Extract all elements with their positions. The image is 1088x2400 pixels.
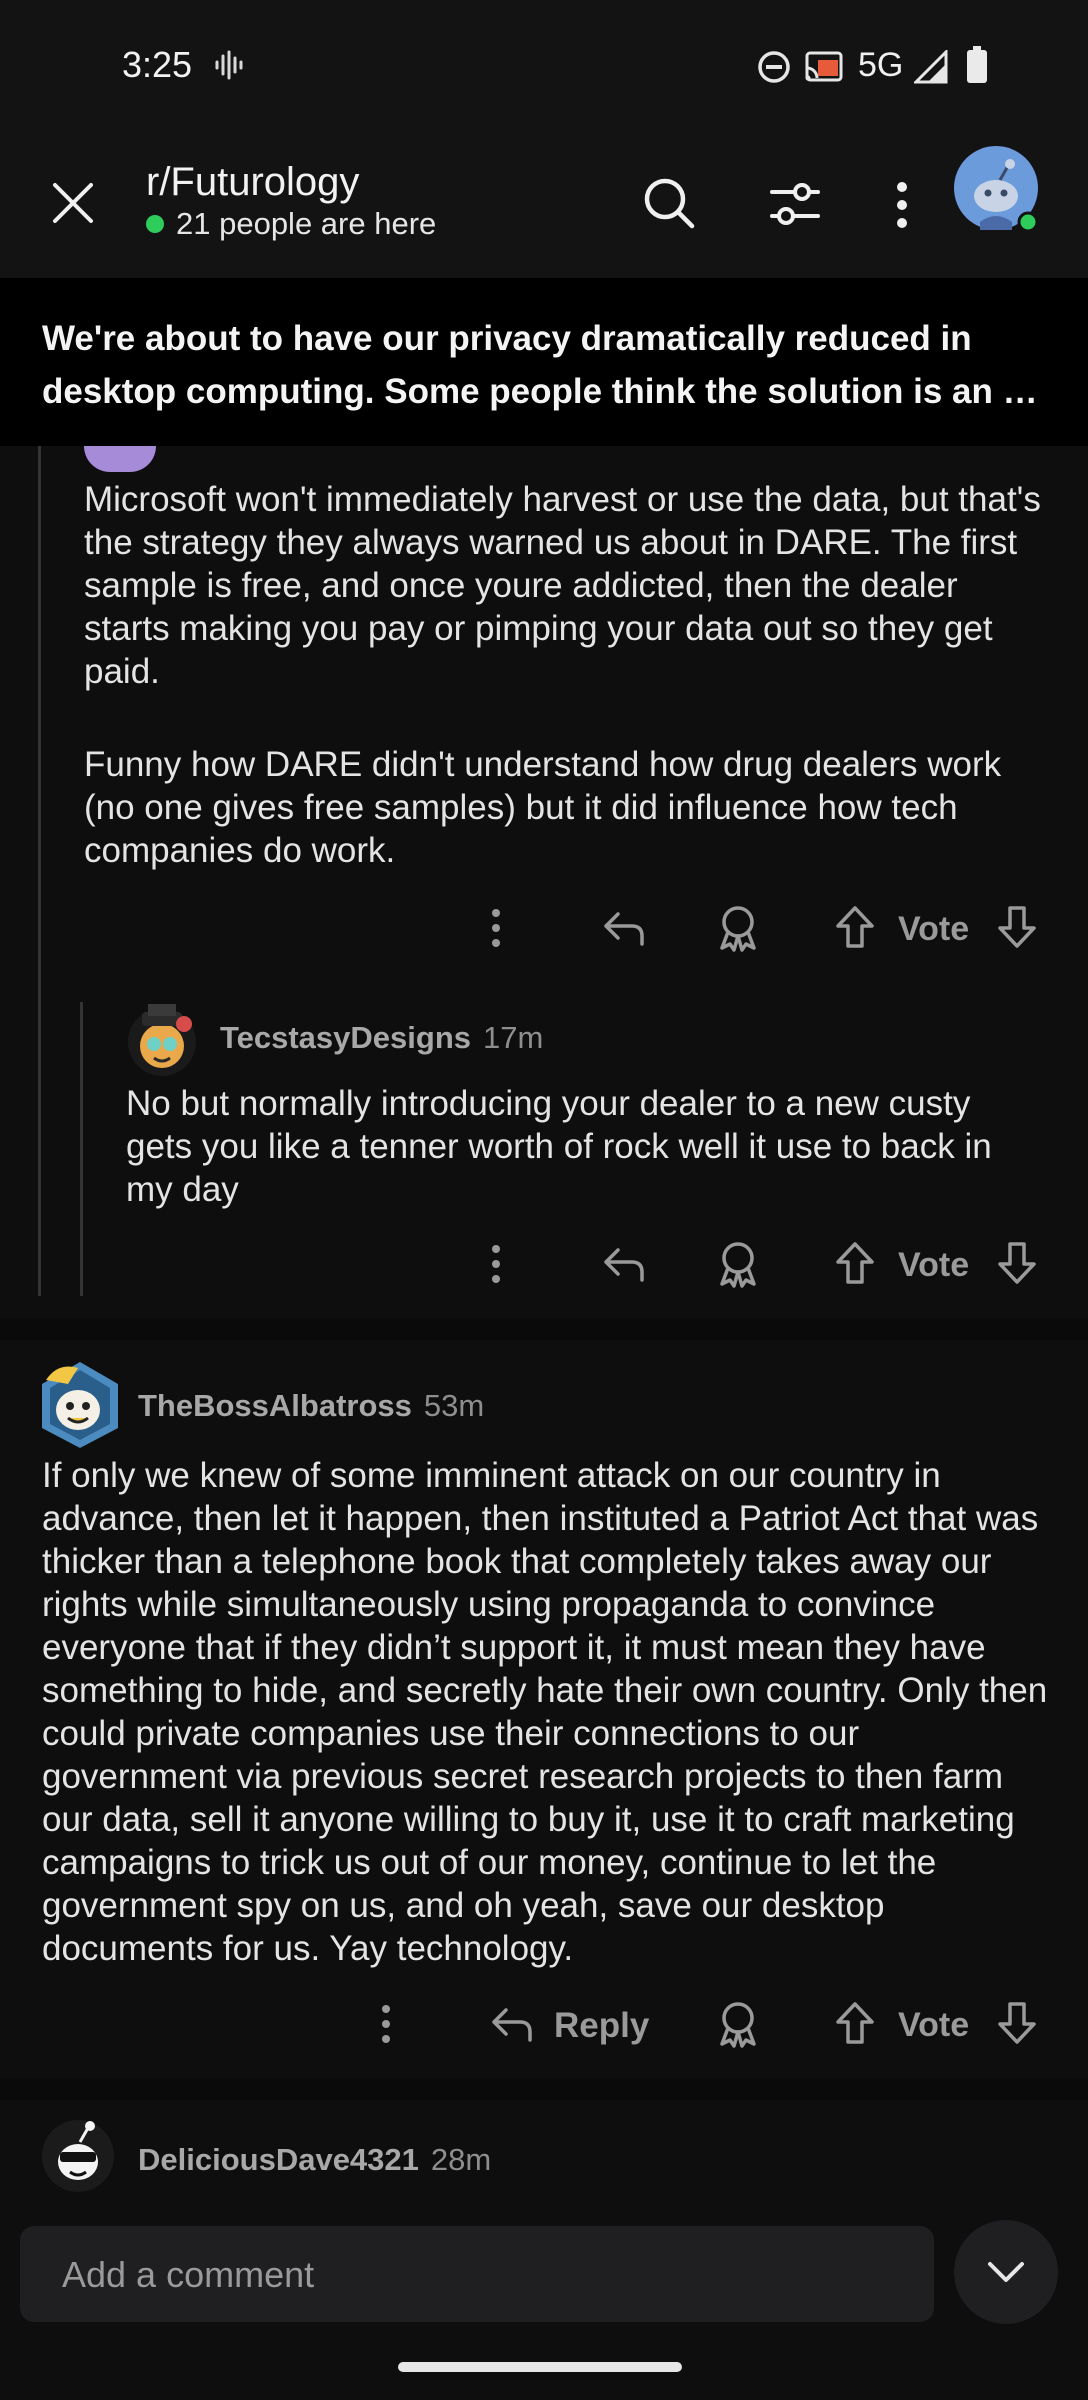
comment-body: No but normally introducing your dealer …: [126, 1084, 992, 1209]
comment-age: 17m: [483, 1020, 544, 1055]
more-options-icon[interactable]: [488, 908, 504, 948]
more-options-icon[interactable]: [488, 1244, 504, 1284]
presence-indicator: 21 people are here: [146, 206, 436, 242]
collapse-button[interactable]: [954, 2220, 1058, 2324]
comment-divider: [0, 1318, 1088, 1340]
commenter-avatar[interactable]: [124, 1002, 200, 1078]
vote-count: Vote: [898, 1246, 970, 1284]
comment-1: Microsoft won't immediately harvest or u…: [0, 446, 1088, 1318]
comment-body: If only we knew of some imminent attack …: [42, 1456, 1048, 1968]
upvote-icon[interactable]: [834, 904, 876, 950]
more-options-icon[interactable]: [378, 2004, 394, 2044]
downvote-icon[interactable]: [996, 2000, 1038, 2046]
comment-body: Microsoft won't immediately harvest or u…: [84, 478, 1044, 872]
online-dot-icon: [146, 215, 164, 233]
commenter-avatar[interactable]: [84, 446, 156, 472]
comment-author[interactable]: TecstasyDesigns: [220, 1020, 471, 1056]
comment-age: 53m: [423, 1388, 485, 1423]
downvote-icon[interactable]: [996, 1240, 1038, 1286]
post-title-line-2: desktop computing. Some people think the…: [42, 372, 1052, 411]
upvote-icon[interactable]: [834, 2000, 876, 2046]
reply-icon[interactable]: [602, 1244, 646, 1284]
close-icon[interactable]: [50, 180, 96, 226]
thread-line: [80, 1002, 83, 1296]
comment-3: DeliciousDave4321 28m: [0, 2100, 1088, 2210]
comment-paragraph: Microsoft won't immediately harvest or u…: [84, 480, 1041, 691]
downvote-icon[interactable]: [996, 904, 1038, 950]
comment-meta: TheBossAlbatross 53m: [138, 1388, 484, 1424]
comment-paragraph: Funny how DARE didn't understand how dru…: [84, 745, 1002, 870]
comment-2: TheBossAlbatross 53m If only we knew of …: [0, 1340, 1088, 2078]
reply-button[interactable]: Reply: [490, 2000, 650, 2048]
reply-icon[interactable]: [602, 908, 646, 948]
battery-icon: [966, 46, 988, 84]
vote-count: Vote: [898, 2006, 970, 2044]
commenter-avatar[interactable]: [40, 2118, 116, 2194]
comment-age: 28m: [430, 2142, 492, 2177]
reply-label: Reply: [554, 2006, 650, 2045]
award-icon[interactable]: [716, 2000, 760, 2048]
commenter-avatar[interactable]: [38, 1358, 122, 1450]
award-icon[interactable]: [716, 904, 760, 952]
comment-input-placeholder: Add a comment: [62, 2254, 315, 2295]
comment-meta: TecstasyDesigns 17m: [220, 1020, 543, 1056]
home-indicator[interactable]: [398, 2362, 682, 2372]
comment-author[interactable]: DeliciousDave4321: [138, 2142, 419, 2178]
comment-author[interactable]: TheBossAlbatross: [138, 1388, 412, 1424]
comment-meta: DeliciousDave4321 28m: [138, 2142, 491, 2178]
network-type: 5G: [858, 46, 904, 84]
more-options-icon[interactable]: [892, 180, 912, 230]
post-title[interactable]: We're about to have our privacy dramatic…: [42, 312, 1052, 418]
upvote-icon[interactable]: [834, 1240, 876, 1286]
subreddit-name[interactable]: r/Futurology: [146, 160, 359, 205]
cast-icon: [804, 50, 844, 84]
award-icon[interactable]: [716, 1240, 760, 1288]
reply-icon: [492, 2008, 532, 2042]
chevron-down-icon: [988, 2262, 1024, 2282]
vote-count: Vote: [898, 910, 970, 948]
status-time: 3:25: [122, 44, 193, 85]
do-not-disturb-icon: [757, 50, 791, 84]
thread-line: [38, 446, 41, 1296]
voice-activity-icon: [214, 50, 244, 80]
filter-icon[interactable]: [768, 180, 822, 228]
comment-divider: [0, 2078, 1088, 2100]
search-icon[interactable]: [642, 176, 696, 230]
user-avatar[interactable]: [954, 146, 1042, 234]
post-title-line-1: We're about to have our privacy dramatic…: [42, 319, 972, 358]
presence-text: 21 people are here: [176, 206, 437, 241]
signal-icon: [914, 50, 948, 84]
